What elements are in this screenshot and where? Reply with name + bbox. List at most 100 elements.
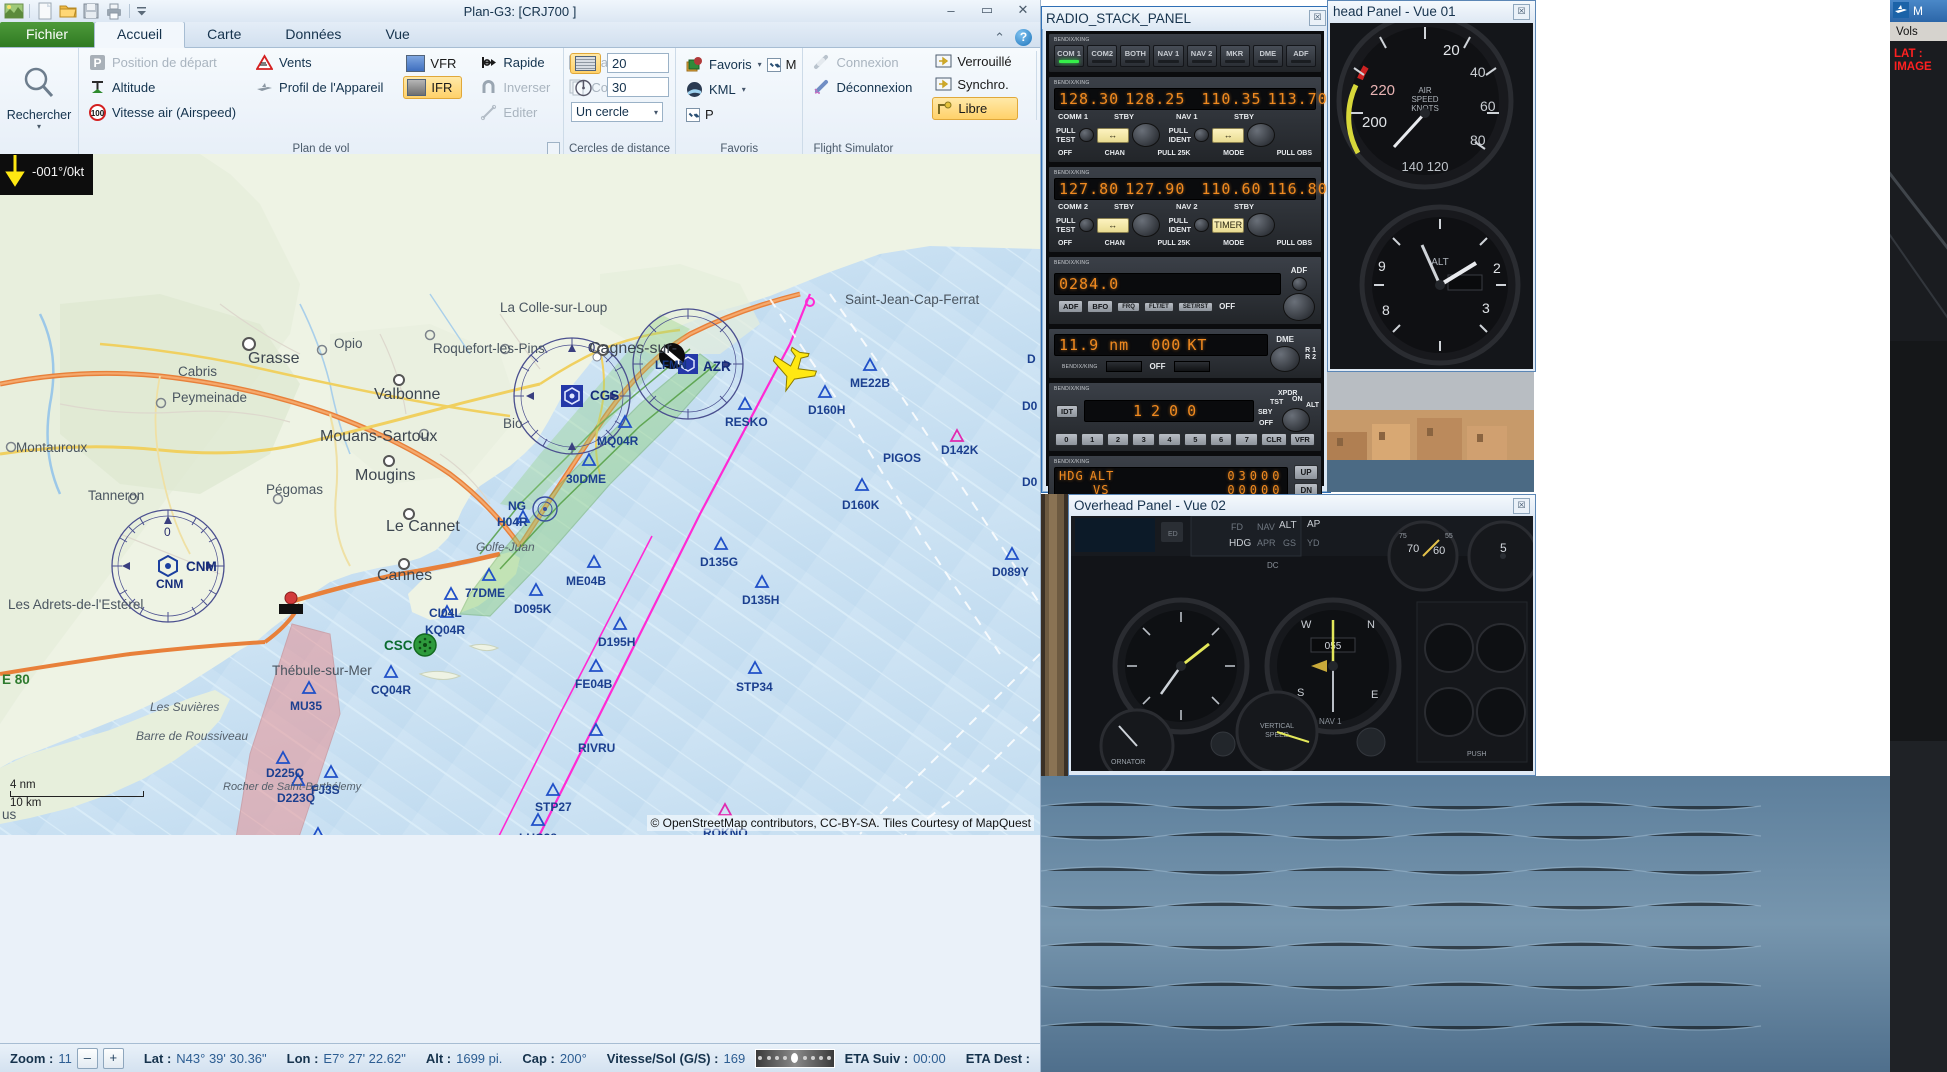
xpdr-digit-1[interactable]: 1: [1080, 433, 1104, 446]
comm1-freq-knob[interactable]: [1131, 123, 1160, 147]
nav2-timer-button[interactable]: TIMER: [1212, 217, 1245, 233]
audio-btn-com1[interactable]: COM 1: [1054, 45, 1085, 67]
window-controls[interactable]: – ▭ ✕: [940, 2, 1034, 18]
nav1-freq-knob[interactable]: [1247, 123, 1276, 147]
adf-small-knob[interactable]: [1291, 277, 1307, 291]
comm2-volume-knob[interactable]: [1078, 218, 1094, 232]
profil-appareil-button[interactable]: Profil de l'Appareil: [252, 76, 387, 99]
adf-frq-button[interactable]: FRQ: [1117, 301, 1140, 312]
cercle-value-2[interactable]: 30: [607, 77, 669, 97]
adf-flt-et-button[interactable]: FLT/ET: [1143, 301, 1174, 312]
ribbon-tabs[interactable]: Fichier Accueil Carte Données Vue: [0, 21, 1040, 48]
customize-caret-icon[interactable]: [135, 2, 155, 20]
xpdr-clr-button[interactable]: CLR: [1261, 433, 1287, 446]
adf-set-rst-button[interactable]: SET/RST: [1177, 301, 1214, 312]
overhead-vue-01-close-button[interactable]: ☒: [1513, 3, 1530, 20]
help-button[interactable]: ?: [1015, 29, 1032, 46]
minimize-button[interactable]: –: [940, 3, 962, 18]
favoris-m-checkbox[interactable]: [766, 57, 781, 72]
audio-btn-com2[interactable]: COM2: [1087, 45, 1118, 67]
libre-toggle[interactable]: Libre: [932, 97, 1018, 120]
tab-fichier[interactable]: Fichier: [0, 22, 95, 47]
quick-access-toolbar[interactable]: [0, 2, 155, 20]
adf-button[interactable]: ADF: [1058, 300, 1084, 313]
ap-up-button[interactable]: UP: [1294, 465, 1318, 480]
vfr-toggle[interactable]: VFR: [403, 53, 462, 74]
tab-donnees[interactable]: Données: [263, 22, 363, 47]
map-canvas[interactable]: 0 0 -001°/0kt La Colle-sur-Loup Roquefor…: [0, 154, 1040, 835]
ifr-toggle[interactable]: IFR: [403, 76, 463, 99]
position-de-depart-button[interactable]: P Position de départ: [85, 51, 240, 74]
vitesse-air-button[interactable]: 100 Vitesse air (Airspeed): [85, 101, 240, 124]
overhead-panel-vue-02-window[interactable]: Overhead Panel - Vue 02 ☒ FD NAV ALT AP …: [1068, 494, 1536, 776]
comm2-freq-knob[interactable]: [1131, 213, 1160, 237]
adf-main-knob[interactable]: [1283, 293, 1315, 321]
print-icon[interactable]: [104, 2, 124, 20]
editer-button[interactable]: Editer: [476, 101, 554, 124]
xpdr-digit-5[interactable]: 5: [1183, 433, 1207, 446]
tab-accueil[interactable]: Accueil: [94, 21, 186, 48]
secondary-app-menu-vols[interactable]: Vols: [1890, 22, 1947, 41]
rechercher-caret-icon[interactable]: ▾: [37, 122, 41, 131]
xpdr-digit-4[interactable]: 4: [1158, 433, 1181, 446]
xpdr-digit-6[interactable]: 6: [1209, 433, 1233, 446]
dme-knob[interactable]: [1270, 346, 1301, 372]
nav2-freq-knob[interactable]: [1247, 213, 1276, 237]
rechercher-button[interactable]: Rechercher ▾: [6, 51, 72, 143]
close-button[interactable]: ✕: [1012, 2, 1034, 18]
radio-stack-close-button[interactable]: ☒: [1309, 10, 1326, 26]
connexion-button[interactable]: Connexion: [809, 51, 916, 74]
overhead-vue-02-close-button[interactable]: ☒: [1513, 497, 1530, 514]
comm2-swap-button[interactable]: ↔: [1096, 217, 1129, 233]
nav1-swap-button[interactable]: ↔: [1212, 127, 1245, 143]
xpdr-mode-knob[interactable]: [1282, 408, 1310, 432]
comm1-volume-knob[interactable]: [1078, 128, 1094, 142]
restore-button[interactable]: ▭: [976, 2, 998, 18]
vents-button[interactable]: Vents: [252, 51, 387, 74]
secondary-app-window[interactable]: M Vols LAT : IMAGE: [1890, 0, 1947, 1072]
synchro-toggle[interactable]: Synchro.: [932, 74, 1017, 95]
favoris-caret-icon[interactable]: ▾: [758, 60, 762, 69]
dme-left-switch[interactable]: [1105, 361, 1142, 372]
save-icon[interactable]: [81, 2, 101, 20]
xpdr-digit-2[interactable]: 2: [1106, 433, 1130, 446]
favoris-p-checkbox[interactable]: [686, 107, 700, 122]
audio-btn-mkr[interactable]: MKR: [1219, 45, 1250, 67]
zoom-in-button[interactable]: +: [102, 1047, 124, 1069]
audio-btn-both[interactable]: BOTH: [1120, 45, 1151, 67]
cercles-toggle[interactable]: [570, 53, 601, 74]
xpdr-digit-3[interactable]: 3: [1132, 433, 1156, 446]
audio-btn-adf[interactable]: ADF: [1285, 45, 1316, 67]
verrouille-toggle[interactable]: Verrouillé: [932, 51, 1017, 72]
xpdr-digit-7[interactable]: 7: [1235, 433, 1259, 446]
xpdr-idt-button[interactable]: IDT: [1056, 404, 1079, 418]
ribbon-help-area[interactable]: ⌃ ?: [994, 29, 1032, 46]
rapide-button[interactable]: Rapide: [476, 51, 554, 74]
favoris-button[interactable]: Favoris ▾: [682, 53, 762, 76]
cercle-mode-select[interactable]: Un cercle ▾: [571, 102, 663, 122]
xpdr-digit-0[interactable]: 0: [1055, 433, 1078, 446]
deconnexion-button[interactable]: Déconnexion: [809, 76, 916, 99]
cercle-value-1[interactable]: 20: [607, 53, 669, 73]
comm1-swap-button[interactable]: ↔: [1096, 127, 1129, 143]
adf-bfo-button[interactable]: BFO: [1087, 300, 1114, 313]
zoom-out-button[interactable]: –: [76, 1047, 98, 1069]
collapse-ribbon-button[interactable]: ⌃: [994, 30, 1005, 46]
nav2-volume-knob[interactable]: [1194, 218, 1210, 232]
audio-btn-nav1[interactable]: NAV 1: [1153, 45, 1184, 67]
audio-btn-nav2[interactable]: NAV 2: [1186, 45, 1217, 67]
new-doc-icon[interactable]: [35, 2, 55, 20]
xpdr-vfr-button[interactable]: VFR: [1289, 433, 1316, 446]
map-icon[interactable]: [4, 2, 24, 20]
open-folder-icon[interactable]: [58, 2, 78, 20]
altitude-button[interactable]: Altitude: [85, 76, 240, 99]
overhead-panel-vue-01-window[interactable]: head Panel - Vue 01 ☒ 20 40 60 80 220 20…: [1327, 0, 1536, 372]
tab-vue[interactable]: Vue: [363, 22, 431, 47]
kml-button[interactable]: KML ▾: [682, 78, 796, 101]
inverser-button[interactable]: Inverser: [476, 76, 554, 99]
audio-selector-row[interactable]: COM 1 COM2 BOTH NAV 1 NAV 2 MKR DME ADF: [1052, 43, 1318, 69]
nav1-volume-knob[interactable]: [1194, 128, 1210, 142]
audio-btn-dme[interactable]: DME: [1252, 45, 1283, 67]
radio-stack-window[interactable]: RADIO_STACK_PANEL ☒ BENDIX/KING COM 1 CO…: [1041, 6, 1331, 533]
tab-carte[interactable]: Carte: [185, 22, 263, 47]
